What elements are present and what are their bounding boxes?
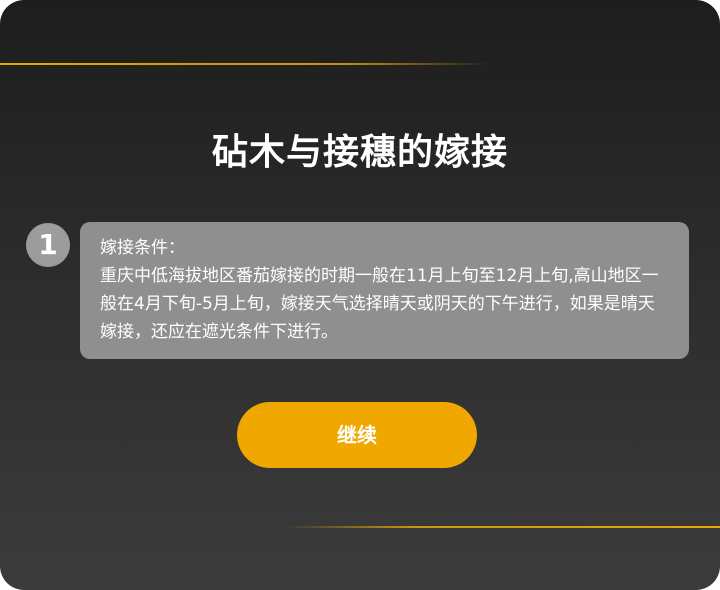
info-card: 嫁接条件： 重庆中低海拔地区番茄嫁接的时期一般在11月上旬至12月上旬,高山地区… — [80, 222, 689, 359]
card-heading: 嫁接条件： — [100, 238, 185, 258]
dialog-title: 砧木与接穗的嫁接 — [211, 132, 508, 173]
dialog-panel: 砧木与接穗的嫁接 1 嫁接条件： 重庆中低海拔地区番茄嫁接的时期一般在11月上旬… — [0, 0, 720, 590]
decorative-top-line — [0, 63, 490, 65]
decorative-bottom-line — [285, 526, 720, 528]
card-body-text: 重庆中低海拔地区番茄嫁接的时期一般在11月上旬至12月上旬,高山地区一般在4月下… — [100, 266, 659, 342]
continue-button[interactable]: 继续 — [237, 402, 477, 468]
step-number-badge: 1 — [26, 223, 70, 267]
